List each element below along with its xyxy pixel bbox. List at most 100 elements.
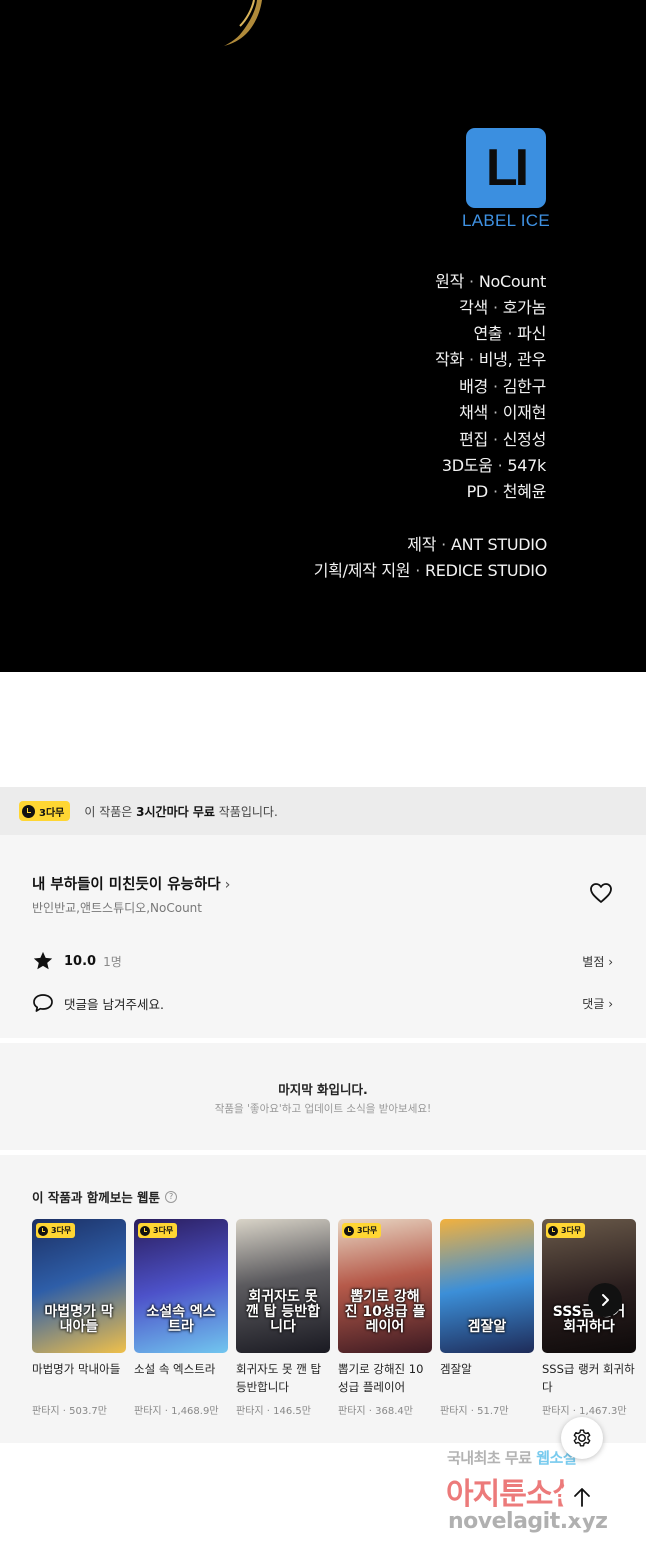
recommendation-card[interactable]: 3다무 마법명가 막내아들 마법명가 막내아들 판타지 · 503.7만 (32, 1219, 126, 1417)
last-episode-subtitle: 작품을 '좋아요'하고 업데이트 소식을 받아보세요! (214, 1103, 432, 1115)
credit-line: PD · 천혜윤 (466, 478, 547, 502)
card-title: 뽑기로 강해진 10성급 플레이어 (338, 1362, 424, 1394)
credit-role: PD (466, 482, 489, 501)
recommendation-card[interactable]: 3다무소설속 엑스트라소설 속 엑스트라판타지 · 1,468.9만 (134, 1219, 228, 1417)
cover-image: 3다무마법명가 막내아들 (32, 1219, 126, 1353)
recommendations-title: 이 작품과 함께보는 웹툰 ? (32, 1187, 178, 1206)
recommendation-card[interactable]: 3다무 뽑기로 강해진 10성급 플레이어 뽑기로 강해진 10성급 플레이어 판타지… (338, 1219, 432, 1417)
credit-name: 호가놈 (502, 298, 547, 317)
credit-separator: · (468, 350, 474, 369)
recommendation-card[interactable]: 3다무 SSS급 랭커 회귀하다 SSS급 랭커 회귀하다판타지 · 1,467.3… (542, 1219, 636, 1417)
cover-title: 마법명가 막내아들 (44, 1304, 114, 1335)
card-views: 146.5만 (273, 1406, 311, 1417)
card-genre: 판타지 (134, 1406, 162, 1417)
heart-icon[interactable] (589, 882, 613, 904)
rating-value: 10.0 (64, 953, 97, 969)
card-title: 겜잘알 (440, 1362, 472, 1376)
rating-row: 10.0 1명 (32, 950, 122, 972)
clock-icon (22, 804, 35, 818)
free-text-suffix: 작품입니다. (214, 804, 278, 819)
credit-role: 각색 (459, 298, 488, 317)
title-flourish (220, 0, 262, 48)
series-title: 내 부하들이 미친듯이 유능하다 (32, 877, 221, 893)
badge-label: 3다무 (39, 807, 65, 819)
last-episode-title: 마지막 화입니다. (278, 1082, 368, 1097)
studio-credit-role: 제작 (407, 535, 437, 554)
help-icon[interactable]: ? (165, 1190, 178, 1203)
card-title: SSS급 랭커 회귀하다 (542, 1362, 635, 1394)
settings-button[interactable] (561, 1417, 603, 1459)
cover-image: 회귀자도 못 깬 탑 등반합니다 (236, 1219, 330, 1353)
watermark-line1: 국내최초 무료 웹소설 (447, 1447, 577, 1468)
watermark-line1-a: 국내최초 무료 (447, 1449, 537, 1467)
credit-line: 작화 · 비냉, 관우 (435, 346, 546, 370)
credit-role: 채색 (459, 403, 488, 422)
credit-role: 작화 (435, 350, 464, 369)
rate-link[interactable]: 별점 › (582, 953, 613, 970)
carousel-next-button[interactable] (588, 1283, 622, 1317)
meta-separator: · (161, 1406, 172, 1417)
card-title: 소설 속 엑스트라 (134, 1362, 216, 1376)
credit-separator: · (492, 377, 498, 396)
series-info-card: 내 부하들이 미친듯이 유능하다 › 반인반교,앤트스튜디오,NoCount 10… (0, 835, 646, 1038)
credit-role: 배경 (459, 377, 488, 396)
cover-title: 소설속 엑스트라 (146, 1304, 216, 1335)
credit-line: 연출 · 파신 (474, 320, 547, 344)
credit-line: 3D도움 · 547k (442, 452, 546, 476)
credit-separator: · (497, 456, 503, 475)
scroll-top-button[interactable] (561, 1476, 603, 1518)
credit-role: 편집 (459, 430, 488, 449)
wait-free-badge: 3다무 (138, 1223, 178, 1238)
meta-separator: · (263, 1406, 274, 1417)
card-genre: 판타지 (542, 1406, 570, 1417)
meta-separator: · (467, 1406, 478, 1417)
card-genre: 판타지 (236, 1406, 264, 1417)
meta-separator: · (365, 1406, 376, 1417)
recommendations: 이 작품과 함께보는 웹툰 ? 3다무 마법명가 막내아들 마법명가 막내아들 판타지… (0, 1155, 646, 1443)
credit-line: 배경 · 김한구 (459, 373, 546, 397)
recommendations-title-text: 이 작품과 함께보는 웹툰 (32, 1190, 161, 1205)
last-episode-notice: 마지막 화입니다. 작품을 '좋아요'하고 업데이트 소식을 받아보세요! (0, 1043, 646, 1150)
star-icon (33, 951, 53, 970)
card-views: 51.7만 (477, 1406, 509, 1417)
viewer-page: LI LABEL ICE 원작 · NoCount 각색 · 호가놈 연출 · 파신 작화 · 비냉,… (0, 0, 646, 1559)
comment-link[interactable]: 댓글 › (582, 995, 613, 1012)
credit-name: 천혜윤 (502, 482, 547, 501)
card-meta: 판타지 · 503.7만 (32, 1402, 126, 1417)
recommendation-card[interactable]: 겜잘알 겜잘알 판타지 · 51.7만 (440, 1219, 534, 1417)
credit-separator: · (492, 482, 498, 501)
studio-credit-name: ANT STUDIO (450, 535, 547, 554)
card-views: 1,468.9만 (171, 1406, 219, 1417)
cover-image: 겜잘알 (440, 1219, 534, 1353)
free-text-prefix: 이 작품은 (84, 804, 137, 819)
card-meta: 판타지 · 51.7만 (440, 1402, 534, 1417)
logo-name: LABEL ICE (461, 211, 551, 230)
cover-image: 3다무 SSS급 랭커 회귀하다 (542, 1219, 636, 1353)
badge-label: 3다무 (153, 1226, 174, 1235)
clock-icon (140, 1225, 150, 1236)
series-title-link[interactable]: 내 부하들이 미친듯이 유능하다 › (32, 873, 230, 894)
meta-separator: · (569, 1406, 580, 1417)
badge-label: 3다무 (561, 1226, 582, 1235)
comment-row[interactable]: 댓글을 남겨주세요. (32, 993, 164, 1013)
credit-separator: · (507, 324, 513, 343)
rating-count: 1명 (103, 954, 122, 969)
chevron-right-icon (602, 1294, 609, 1306)
watermark-line2: 아지툰소설 (446, 1477, 580, 1512)
credits-panel: LI LABEL ICE 원작 · NoCount 각색 · 호가놈 연출 · 파신 작화 · 비냉,… (0, 0, 646, 672)
wait-free-badge: 3다무 (342, 1223, 382, 1238)
arrow-up-icon (574, 1488, 590, 1507)
credit-role: 원작 (435, 272, 465, 291)
wait-free-badge: 3다무 (36, 1223, 76, 1238)
credit-line: 채색 · 이재현 (459, 399, 546, 423)
logo-letters: LI (485, 139, 529, 197)
recommendation-card[interactable]: 회귀자도 못 깬 탑 등반합니다 회귀자도 못 깬 탑 등반합니다 판타지 · 14… (236, 1219, 330, 1417)
credit-separator: · (441, 535, 446, 554)
credit-name: 신정성 (502, 430, 547, 449)
series-authors: 반인반교,앤트스튜디오,NoCount (32, 901, 202, 915)
comment-icon (33, 994, 53, 1012)
card-meta: 판타지 · 368.4만 (338, 1402, 432, 1417)
card-meta: 판타지 · 1,467.3만 (542, 1402, 636, 1417)
comment-placeholder: 댓글을 남겨주세요. (64, 996, 164, 1012)
card-title: 마법명가 막내아들 (32, 1362, 121, 1376)
